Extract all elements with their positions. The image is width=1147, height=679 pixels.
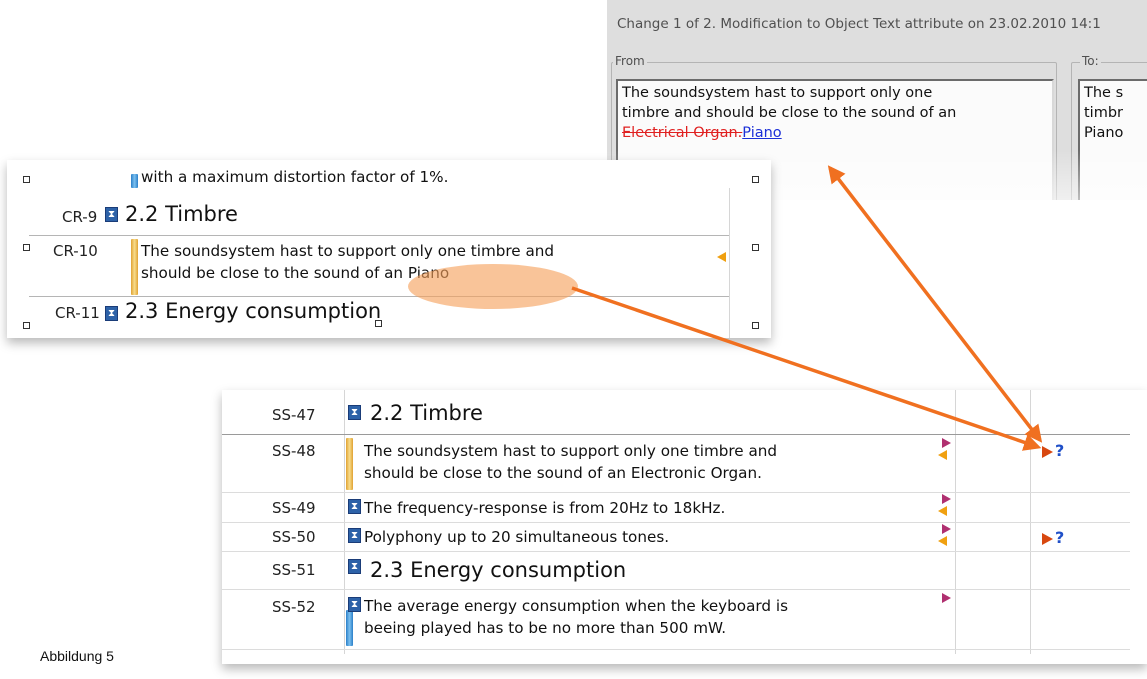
arrow-to-changed-text [827, 165, 1043, 443]
figure-caption: Abbildung 5 [40, 648, 114, 664]
arrow-to-suspect-link [571, 286, 1042, 451]
annotation-arrows [571, 165, 1043, 451]
